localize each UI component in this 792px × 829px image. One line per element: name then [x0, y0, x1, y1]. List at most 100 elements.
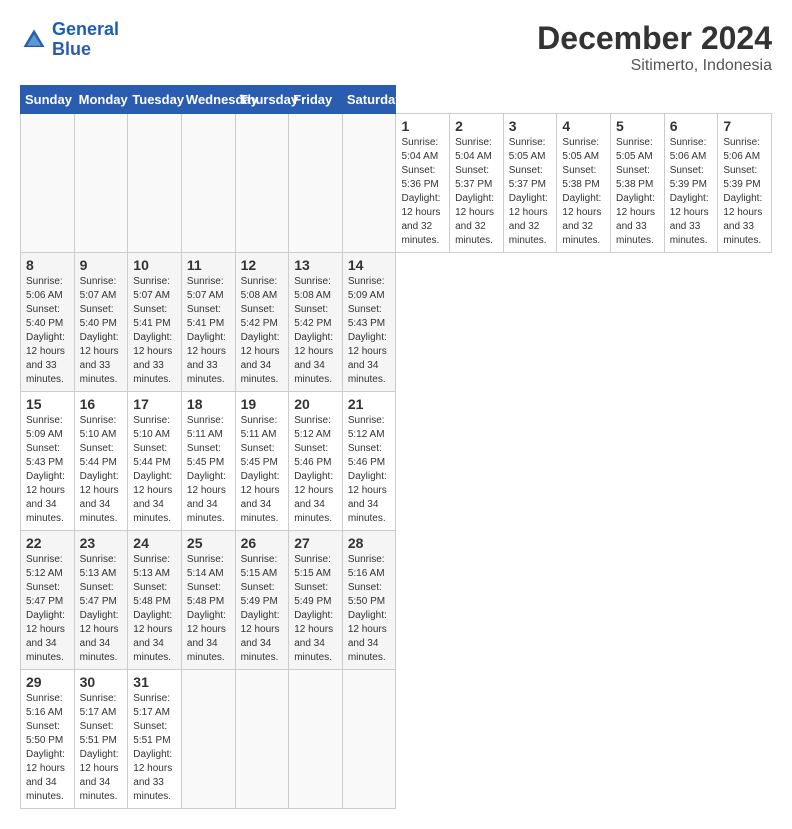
day-info: Sunrise: 5:05 AMSunset: 5:38 PMDaylight:…: [616, 136, 659, 248]
calendar-week-2: 8 Sunrise: 5:06 AMSunset: 5:40 PMDaylight…: [21, 253, 772, 392]
day-number: 8: [26, 257, 69, 273]
day-info: Sunrise: 5:07 AMSunset: 5:41 PMDaylight:…: [187, 275, 230, 387]
day-info: Sunrise: 5:06 AMSunset: 5:39 PMDaylight:…: [723, 136, 766, 248]
calendar-cell: 9 Sunrise: 5:07 AMSunset: 5:40 PMDaylight…: [74, 253, 128, 392]
day-number: 30: [80, 674, 123, 690]
day-info: Sunrise: 5:17 AMSunset: 5:51 PMDaylight:…: [80, 692, 123, 804]
day-number: 6: [670, 118, 713, 134]
day-info: Sunrise: 5:07 AMSunset: 5:40 PMDaylight:…: [80, 275, 123, 387]
calendar-cell: [181, 114, 235, 253]
day-info: Sunrise: 5:14 AMSunset: 5:48 PMDaylight:…: [187, 553, 230, 665]
day-info: Sunrise: 5:04 AMSunset: 5:36 PMDaylight:…: [401, 136, 444, 248]
calendar-cell: 14Sunrise: 5:09 AMSunset: 5:43 PMDayligh…: [342, 253, 396, 392]
calendar-cell: 20 Sunrise: 5:12 AMSunset: 5:46 PMDayligh…: [289, 392, 343, 531]
logo-text: General Blue: [52, 20, 119, 60]
calendar-cell: 11 Sunrise: 5:07 AMSunset: 5:41 PMDayligh…: [181, 253, 235, 392]
calendar-cell: 23 Sunrise: 5:13 AMSunset: 5:47 PMDayligh…: [74, 531, 128, 670]
day-info: Sunrise: 5:13 AMSunset: 5:47 PMDaylight:…: [80, 553, 123, 665]
day-number: 27: [294, 535, 337, 551]
day-info: Sunrise: 5:10 AMSunset: 5:44 PMDaylight:…: [80, 414, 123, 526]
day-number: 1: [401, 118, 444, 134]
day-number: 26: [241, 535, 284, 551]
weekday-header-wednesday: Wednesday: [181, 86, 235, 114]
day-info: Sunrise: 5:16 AMSunset: 5:50 PMDaylight:…: [26, 692, 69, 804]
calendar-cell: 8 Sunrise: 5:06 AMSunset: 5:40 PMDaylight…: [21, 253, 75, 392]
calendar-cell: 7 Sunrise: 5:06 AMSunset: 5:39 PMDaylight…: [718, 114, 772, 253]
day-info: Sunrise: 5:05 AMSunset: 5:37 PMDaylight:…: [509, 136, 552, 248]
weekday-header-saturday: Saturday: [342, 86, 396, 114]
calendar-cell: 6 Sunrise: 5:06 AMSunset: 5:39 PMDaylight…: [664, 114, 718, 253]
weekday-header-thursday: Thursday: [235, 86, 289, 114]
weekday-header-monday: Monday: [74, 86, 128, 114]
calendar-cell: [289, 114, 343, 253]
day-number: 12: [241, 257, 284, 273]
calendar-cell: 29Sunrise: 5:16 AMSunset: 5:50 PMDayligh…: [21, 670, 75, 809]
day-info: Sunrise: 5:15 AMSunset: 5:49 PMDaylight:…: [294, 553, 337, 665]
day-number: 15: [26, 396, 69, 412]
day-number: 11: [187, 257, 230, 273]
calendar-cell: 30 Sunrise: 5:17 AMSunset: 5:51 PMDayligh…: [74, 670, 128, 809]
calendar-week-5: 29Sunrise: 5:16 AMSunset: 5:50 PMDayligh…: [21, 670, 772, 809]
day-number: 14: [348, 257, 391, 273]
day-number: 18: [187, 396, 230, 412]
calendar-title: December 2024: [537, 20, 772, 57]
calendar-cell: [235, 114, 289, 253]
calendar-table: SundayMondayTuesdayWednesdayThursdayFrid…: [20, 85, 772, 809]
day-info: Sunrise: 5:16 AMSunset: 5:50 PMDaylight:…: [348, 553, 391, 665]
calendar-cell: [128, 114, 182, 253]
day-info: Sunrise: 5:12 AMSunset: 5:46 PMDaylight:…: [294, 414, 337, 526]
day-number: 28: [348, 535, 391, 551]
day-info: Sunrise: 5:07 AMSunset: 5:41 PMDaylight:…: [133, 275, 176, 387]
weekday-header-sunday: Sunday: [21, 86, 75, 114]
calendar-cell: 24Sunrise: 5:13 AMSunset: 5:48 PMDayligh…: [128, 531, 182, 670]
calendar-cell: [342, 114, 396, 253]
title-block: December 2024 Sitimerto, Indonesia: [537, 20, 772, 75]
logo-line2: Blue: [52, 40, 119, 60]
day-info: Sunrise: 5:10 AMSunset: 5:44 PMDaylight:…: [133, 414, 176, 526]
day-info: Sunrise: 5:05 AMSunset: 5:38 PMDaylight:…: [562, 136, 605, 248]
calendar-cell: 15Sunrise: 5:09 AMSunset: 5:43 PMDayligh…: [21, 392, 75, 531]
calendar-cell: 21Sunrise: 5:12 AMSunset: 5:46 PMDayligh…: [342, 392, 396, 531]
day-info: Sunrise: 5:17 AMSunset: 5:51 PMDaylight:…: [133, 692, 176, 804]
calendar-cell: 18 Sunrise: 5:11 AMSunset: 5:45 PMDayligh…: [181, 392, 235, 531]
calendar-cell: [21, 114, 75, 253]
calendar-week-1: 1 Sunrise: 5:04 AMSunset: 5:36 PMDaylight…: [21, 114, 772, 253]
day-info: Sunrise: 5:06 AMSunset: 5:40 PMDaylight:…: [26, 275, 69, 387]
calendar-cell: 12 Sunrise: 5:08 AMSunset: 5:42 PMDayligh…: [235, 253, 289, 392]
calendar-week-4: 22Sunrise: 5:12 AMSunset: 5:47 PMDayligh…: [21, 531, 772, 670]
day-info: Sunrise: 5:11 AMSunset: 5:45 PMDaylight:…: [187, 414, 230, 526]
day-info: Sunrise: 5:13 AMSunset: 5:48 PMDaylight:…: [133, 553, 176, 665]
logo: General Blue: [20, 20, 119, 60]
calendar-cell: 19Sunrise: 5:11 AMSunset: 5:45 PMDayligh…: [235, 392, 289, 531]
page-header: General Blue December 2024 Sitimerto, In…: [20, 20, 772, 75]
day-info: Sunrise: 5:12 AMSunset: 5:46 PMDaylight:…: [348, 414, 391, 526]
day-info: Sunrise: 5:06 AMSunset: 5:39 PMDaylight:…: [670, 136, 713, 248]
calendar-cell: 4 Sunrise: 5:05 AMSunset: 5:38 PMDaylight…: [557, 114, 611, 253]
calendar-cell: 27 Sunrise: 5:15 AMSunset: 5:49 PMDayligh…: [289, 531, 343, 670]
calendar-cell: 25Sunrise: 5:14 AMSunset: 5:48 PMDayligh…: [181, 531, 235, 670]
day-info: Sunrise: 5:08 AMSunset: 5:42 PMDaylight:…: [241, 275, 284, 387]
calendar-cell: 28 Sunrise: 5:16 AMSunset: 5:50 PMDayligh…: [342, 531, 396, 670]
calendar-cell: 22Sunrise: 5:12 AMSunset: 5:47 PMDayligh…: [21, 531, 75, 670]
day-number: 23: [80, 535, 123, 551]
day-number: 19: [241, 396, 284, 412]
day-number: 22: [26, 535, 69, 551]
day-number: 7: [723, 118, 766, 134]
weekday-header-friday: Friday: [289, 86, 343, 114]
day-info: Sunrise: 5:15 AMSunset: 5:49 PMDaylight:…: [241, 553, 284, 665]
calendar-cell: 26 Sunrise: 5:15 AMSunset: 5:49 PMDayligh…: [235, 531, 289, 670]
calendar-week-3: 15Sunrise: 5:09 AMSunset: 5:43 PMDayligh…: [21, 392, 772, 531]
day-number: 10: [133, 257, 176, 273]
day-number: 17: [133, 396, 176, 412]
calendar-cell: 3Sunrise: 5:05 AMSunset: 5:37 PMDaylight…: [503, 114, 557, 253]
weekday-header-tuesday: Tuesday: [128, 86, 182, 114]
day-number: 9: [80, 257, 123, 273]
day-number: 5: [616, 118, 659, 134]
calendar-cell: [289, 670, 343, 809]
calendar-subtitle: Sitimerto, Indonesia: [537, 57, 772, 75]
day-number: 4: [562, 118, 605, 134]
day-number: 31: [133, 674, 176, 690]
day-number: 20: [294, 396, 337, 412]
calendar-cell: [342, 670, 396, 809]
calendar-cell: 31 Sunrise: 5:17 AMSunset: 5:51 PMDayligh…: [128, 670, 182, 809]
